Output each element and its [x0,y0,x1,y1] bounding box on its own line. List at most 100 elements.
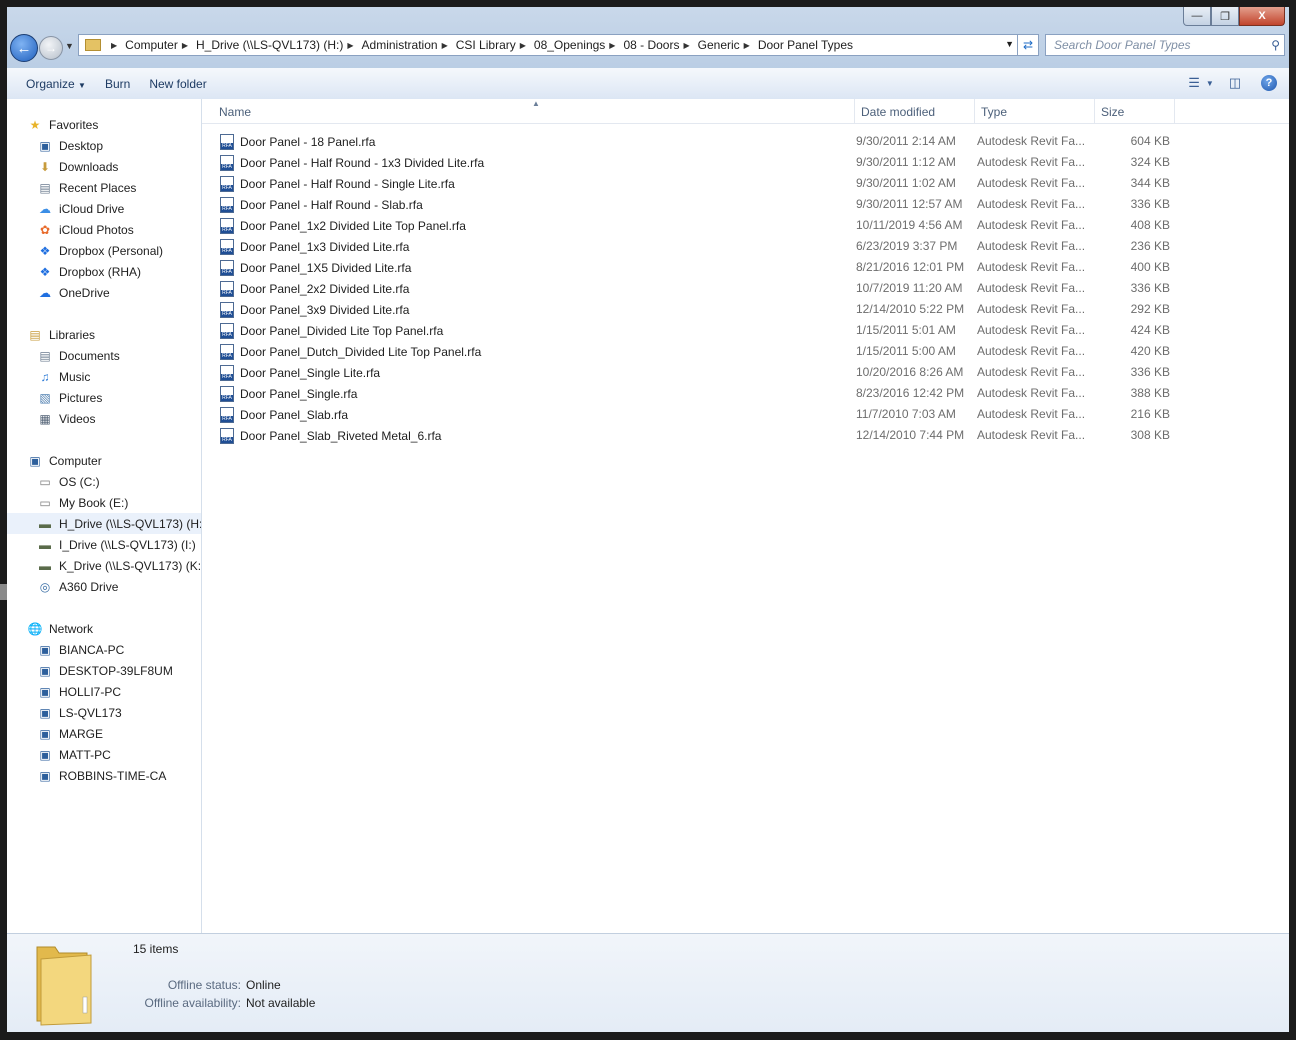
column-header-name[interactable]: Name [202,99,855,123]
table-row[interactable]: Door Panel - 18 Panel.rfa 9/30/2011 2:14 … [202,131,1289,152]
preview-pane-button[interactable]: ◫ [1225,74,1245,92]
file-name-cell[interactable]: Door Panel_1X5 Divided Lite.rfa [220,260,411,276]
organize-button[interactable]: Organize ▼ [26,77,86,91]
sidebar-item-desktop[interactable]: ▣ Desktop [7,135,201,156]
breadcrumb-item[interactable]: Door Panel Types [758,38,853,52]
sidebar-item-icloud-drive[interactable]: ☁ iCloud Drive [7,198,201,219]
change-view-button[interactable]: ☰ ▼ [1188,74,1214,92]
file-name-cell[interactable]: Door Panel_Single Lite.rfa [220,365,380,381]
table-row[interactable]: Door Panel_1x2 Divided Lite Top Panel.rf… [202,215,1289,236]
sidebar-item-label: OneDrive [59,285,110,300]
sidebar-item-recent-places[interactable]: ▤ Recent Places [7,177,201,198]
nav-libraries[interactable]: ▤ Libraries [7,324,201,345]
maximize-button[interactable]: ❐ [1211,7,1239,26]
table-row[interactable]: Door Panel_Dutch_Divided Lite Top Panel.… [202,341,1289,362]
sidebar-item-bianca-pc[interactable]: ▣ BIANCA-PC [7,639,201,660]
breadcrumb-separator-icon[interactable]: ▶ [609,41,615,50]
column-header-type[interactable]: Type [975,99,1095,123]
sidebar-item-a360-drive[interactable]: ◎ A360 Drive [7,576,201,597]
search-input[interactable]: Search Door Panel Types ⚲ [1045,34,1285,56]
breadcrumb-separator-icon[interactable]: ▶ [347,41,353,50]
breadcrumb-separator-icon[interactable]: ▶ [442,41,448,50]
sidebar-item-desktop-39lf8um[interactable]: ▣ DESKTOP-39LF8UM [7,660,201,681]
breadcrumb-item[interactable]: CSI Library [456,38,516,52]
breadcrumb-item[interactable]: 08_Openings [534,38,605,52]
table-row[interactable]: Door Panel_1x3 Divided Lite.rfa 6/23/2019… [202,236,1289,257]
sidebar-item-onedrive[interactable]: ☁ OneDrive [7,282,201,303]
file-name-cell[interactable]: Door Panel_3x9 Divided Lite.rfa [220,302,409,318]
breadcrumb-separator-icon[interactable]: ▶ [520,41,526,50]
sidebar-item-matt-pc[interactable]: ▣ MATT-PC [7,744,201,765]
breadcrumb-item[interactable]: H_Drive (\\LS-QVL173) (H:) [196,38,343,52]
back-button[interactable]: ← [10,34,38,62]
sidebar-item-ls-qvl173[interactable]: ▣ LS-QVL173 [7,702,201,723]
breadcrumb-item[interactable]: Computer [125,38,178,52]
breadcrumb-item[interactable]: 08 - Doors [623,38,679,52]
close-button[interactable]: X [1239,7,1285,26]
file-name-cell[interactable]: Door Panel - 18 Panel.rfa [220,134,375,150]
file-name-cell[interactable]: Door Panel_1x2 Divided Lite Top Panel.rf… [220,218,466,234]
column-header-date[interactable]: Date modified [855,99,975,123]
address-history-dropdown-icon[interactable]: ▼ [1005,39,1014,49]
sidebar-item-i-drive-ls-qvl173-i[interactable]: ▬ I_Drive (\\LS-QVL173) (I:) [7,534,201,555]
minimize-button[interactable]: — [1183,7,1211,26]
table-row[interactable]: Door Panel_1X5 Divided Lite.rfa 8/21/2016… [202,257,1289,278]
sidebar-item-music[interactable]: ♫ Music [7,366,201,387]
file-size: 420 KB [1130,344,1170,358]
table-row[interactable]: Door Panel_3x9 Divided Lite.rfa 12/14/201… [202,299,1289,320]
file-name-cell[interactable]: Door Panel - Half Round - Slab.rfa [220,197,423,213]
file-name-cell[interactable]: Door Panel - Half Round - 1x3 Divided Li… [220,155,484,171]
nav-network[interactable]: 🌐 Network [7,618,201,639]
table-row[interactable]: Door Panel_Slab_Riveted Metal_6.rfa 12/14… [202,425,1289,446]
sidebar-item-downloads[interactable]: ⬇ Downloads [7,156,201,177]
file-name-cell[interactable]: Door Panel_Slab_Riveted Metal_6.rfa [220,428,441,444]
sidebar-item-k-drive-ls-qvl173-k[interactable]: ▬ K_Drive (\\LS-QVL173) (K:) [7,555,201,576]
sidebar-item-label: I_Drive (\\LS-QVL173) (I:) [59,537,196,552]
address-bar[interactable]: ▶ Computer ▶ H_Drive (\\LS-QVL173) (H:) ▶ Adm… [78,34,1039,56]
sidebar-item-documents[interactable]: ▤ Documents [7,345,201,366]
sidebar-item-videos[interactable]: ▦ Videos [7,408,201,429]
column-header-size[interactable]: Size [1095,99,1175,123]
file-name-cell[interactable]: Door Panel_Divided Lite Top Panel.rfa [220,323,443,339]
table-row[interactable]: Door Panel_Divided Lite Top Panel.rfa 1/1… [202,320,1289,341]
file-name-cell[interactable]: Door Panel_Slab.rfa [220,407,348,423]
sidebar-item-h-drive-ls-qvl173-h[interactable]: ▬ H_Drive (\\LS-QVL173) (H:) [7,513,201,534]
table-row[interactable]: Door Panel - Half Round - Single Lite.rf… [202,173,1289,194]
sidebar-item-os-c[interactable]: ▭ OS (C:) [7,471,201,492]
search-icon[interactable]: ⚲ [1271,38,1280,52]
sidebar-item-my-book-e[interactable]: ▭ My Book (E:) [7,492,201,513]
table-row[interactable]: Door Panel - Half Round - 1x3 Divided Li… [202,152,1289,173]
table-row[interactable]: Door Panel_2x2 Divided Lite.rfa 10/7/2019… [202,278,1289,299]
file-name-cell[interactable]: Door Panel_1x3 Divided Lite.rfa [220,239,409,255]
table-row[interactable]: Door Panel - Half Round - Slab.rfa 9/30/2… [202,194,1289,215]
sidebar-item-dropbox-personal[interactable]: ❖ Dropbox (Personal) [7,240,201,261]
table-row[interactable]: Door Panel_Slab.rfa 11/7/2010 7:03 AM Auto… [202,404,1289,425]
breadcrumb-separator-icon[interactable]: ▶ [111,41,117,50]
table-row[interactable]: Door Panel_Single Lite.rfa 10/20/2016 8:2… [202,362,1289,383]
sidebar-item-pictures[interactable]: ▧ Pictures [7,387,201,408]
help-button[interactable]: ? [1259,74,1279,92]
sidebar-item-holli7-pc[interactable]: ▣ HOLLI7-PC [7,681,201,702]
file-name-cell[interactable]: Door Panel_Single.rfa [220,386,357,402]
breadcrumb-item[interactable]: Administration [362,38,438,52]
table-row[interactable]: Door Panel_Single.rfa 8/23/2016 12:42 PM A… [202,383,1289,404]
breadcrumb-item[interactable]: Generic [698,38,740,52]
sidebar-item-dropbox-rha[interactable]: ❖ Dropbox (RHA) [7,261,201,282]
burn-button[interactable]: Burn [105,77,130,91]
nav-favorites[interactable]: ★ Favorites [7,114,201,135]
nav-computer[interactable]: ▣ Computer [7,450,201,471]
breadcrumb-separator-icon[interactable]: ▶ [182,41,188,50]
recent-pages-dropdown-icon[interactable]: ▼ [65,41,74,51]
forward-button[interactable]: → [39,36,63,60]
refresh-button[interactable]: ⇄ [1017,35,1038,55]
breadcrumb-separator-icon[interactable]: ▶ [744,41,750,50]
pictures-icon: ▧ [39,390,51,405]
file-name-cell[interactable]: Door Panel - Half Round - Single Lite.rf… [220,176,455,192]
sidebar-item-icloud-photos[interactable]: ✿ iCloud Photos [7,219,201,240]
breadcrumb-separator-icon[interactable]: ▶ [683,41,689,50]
file-name-cell[interactable]: Door Panel_Dutch_Divided Lite Top Panel.… [220,344,481,360]
sidebar-item-robbins-time-ca[interactable]: ▣ ROBBINS-TIME-CA [7,765,201,786]
new-folder-button[interactable]: New folder [149,77,206,91]
sidebar-item-marge[interactable]: ▣ MARGE [7,723,201,744]
file-name-cell[interactable]: Door Panel_2x2 Divided Lite.rfa [220,281,409,297]
